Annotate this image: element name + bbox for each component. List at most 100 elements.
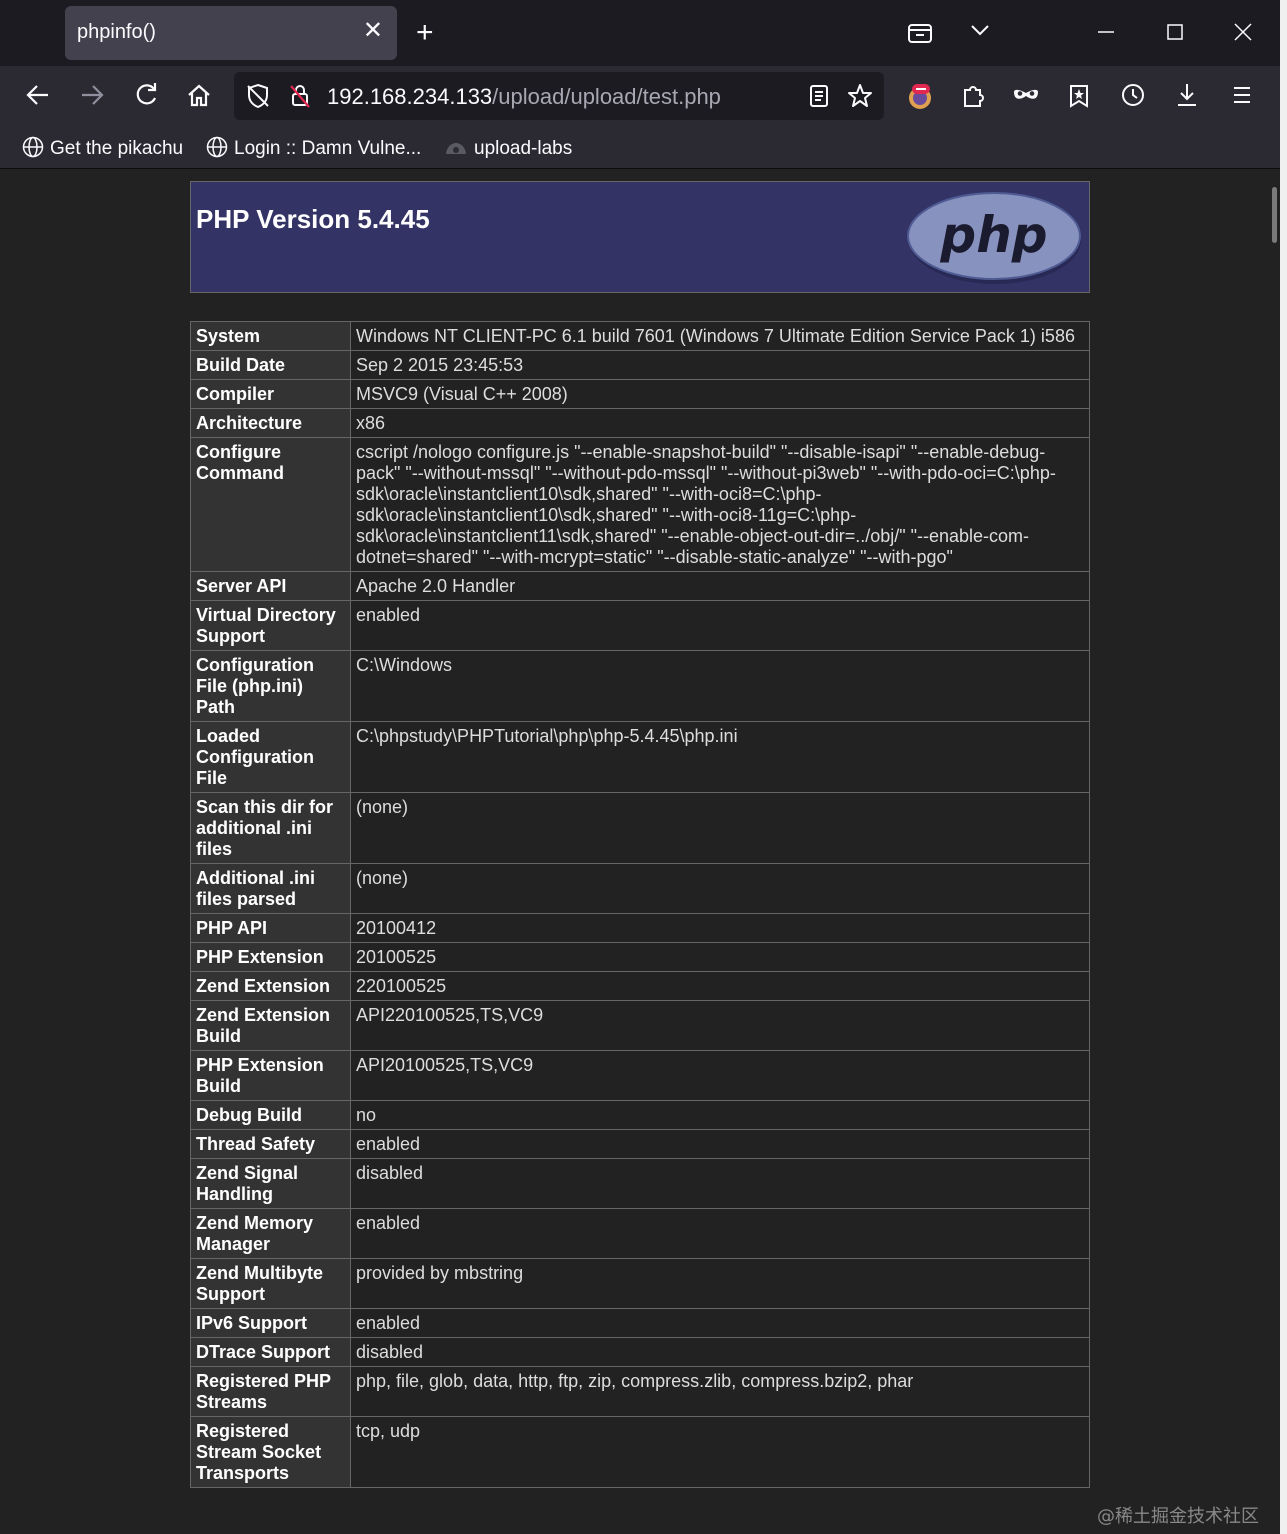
row-value: enabled: [350, 1208, 1090, 1259]
table-row: Scan this dir for additional .ini files(…: [190, 792, 1090, 864]
bookmark-item-upload-labs[interactable]: upload-labs: [444, 136, 572, 160]
php-logo-text: php: [939, 206, 1047, 264]
row-key: System: [190, 321, 351, 351]
table-row: Zend Multibyte Support provided by mbstri…: [190, 1258, 1090, 1309]
row-key: Scan this dir for additional .ini files: [190, 792, 351, 864]
url-bar[interactable]: 192.168.234.133/upload/upload/test.php: [234, 72, 884, 120]
row-key: Zend Extension: [190, 971, 351, 1001]
row-key: Registered Stream Socket Transports: [190, 1416, 351, 1488]
scrollbar-thumb[interactable]: [1272, 187, 1277, 243]
row-key: PHP Extension: [190, 942, 351, 972]
row-key: Thread Safety: [190, 1129, 351, 1159]
globe-icon: [206, 136, 228, 158]
row-value: (none): [350, 792, 1090, 864]
scrollbar[interactable]: [1269, 169, 1280, 1534]
menu-hamburger-icon[interactable]: [1225, 78, 1259, 112]
row-key: Zend Memory Manager: [190, 1208, 351, 1259]
extension-hackbar-icon[interactable]: [903, 78, 937, 112]
table-row: System Windows NT CLIENT-PC 6.1 build 760…: [190, 321, 1090, 351]
nav-toolbar: 192.168.234.133/upload/upload/test.php: [0, 66, 1280, 126]
table-row: Compiler MSVC9 (Visual C++ 2008): [190, 379, 1090, 409]
row-key: IPv6 Support: [190, 1308, 351, 1338]
phpinfo-table: System Windows NT CLIENT-PC 6.1 build 760…: [190, 321, 1090, 1488]
close-window-icon[interactable]: [1233, 22, 1253, 48]
page-content: PHP Version 5.4.45 php System Windows NT …: [0, 169, 1269, 1534]
row-key: Zend Signal Handling: [190, 1158, 351, 1209]
row-key: Additional .ini files parsed: [190, 863, 351, 914]
private-mask-icon[interactable]: [1009, 78, 1043, 112]
table-row: Zend Memory Manager enabled: [190, 1208, 1090, 1259]
bookmark-item-dvwa[interactable]: Login :: Damn Vulne...: [206, 136, 421, 160]
row-value: disabled: [350, 1337, 1090, 1367]
row-key: Server API: [190, 571, 351, 601]
minimize-icon[interactable]: [1096, 22, 1116, 48]
table-row: Configure Command cscript /nologo configu…: [190, 437, 1090, 572]
row-value: cscript /nologo configure.js "--enable-s…: [350, 437, 1090, 572]
row-value: C:\Windows: [350, 650, 1090, 722]
table-row: Virtual Directory Support enabled: [190, 600, 1090, 651]
reload-icon[interactable]: [129, 78, 163, 112]
row-value: enabled: [350, 1308, 1090, 1338]
tab-phpinfo[interactable]: phpinfo() ✕: [65, 6, 397, 60]
table-row: Zend Signal Handling disabled: [190, 1158, 1090, 1209]
back-icon[interactable]: [21, 78, 55, 112]
table-row: Build Date Sep 2 2015 23:45:53: [190, 350, 1090, 380]
row-value: enabled: [350, 600, 1090, 651]
chevron-down-icon[interactable]: [968, 20, 992, 46]
row-key: DTrace Support: [190, 1337, 351, 1367]
row-value: API220100525,TS,VC9: [350, 1000, 1090, 1051]
row-value: MSVC9 (Visual C++ 2008): [350, 379, 1090, 409]
history-clock-icon[interactable]: [1116, 78, 1150, 112]
extensions-puzzle-icon[interactable]: [956, 78, 990, 112]
row-value: Sep 2 2015 23:45:53: [350, 350, 1090, 380]
row-key: Configure Command: [190, 437, 351, 572]
new-tab-icon[interactable]: +: [416, 18, 434, 48]
tracking-protection-icon[interactable]: [244, 82, 272, 110]
table-row: Registered Stream Socket Transports tcp, …: [190, 1416, 1090, 1488]
row-value: C:\phpstudy\PHPTutorial\php\php-5.4.45\p…: [350, 721, 1090, 793]
bookmark-item-pikachu[interactable]: Get the pikachu: [22, 136, 183, 160]
home-icon[interactable]: [182, 78, 216, 112]
table-row: Server API Apache 2.0 Handler: [190, 571, 1090, 601]
bookmark-label: Login :: Damn Vulne...: [234, 138, 422, 159]
reader-view-icon[interactable]: [805, 82, 833, 110]
row-value: php, file, glob, data, http, ftp, zip, c…: [350, 1366, 1090, 1417]
row-value: provided by mbstring: [350, 1258, 1090, 1309]
row-value: no: [350, 1100, 1090, 1130]
row-key: PHP Extension Build: [190, 1050, 351, 1101]
row-key: Zend Multibyte Support: [190, 1258, 351, 1309]
row-key: Debug Build: [190, 1100, 351, 1130]
tab-overview-icon[interactable]: [906, 20, 934, 52]
close-tab-icon[interactable]: ✕: [363, 19, 383, 43]
table-row: Architecture x86: [190, 408, 1090, 438]
bookmark-label: Get the pikachu: [50, 138, 184, 159]
downloads-icon[interactable]: [1170, 78, 1204, 112]
row-value: 20100525: [350, 942, 1090, 972]
table-row: PHP API 20100412: [190, 913, 1090, 943]
table-row: Additional .ini files parsed (none): [190, 863, 1090, 914]
bookmarks-menu-icon[interactable]: [1062, 78, 1096, 112]
table-row: Debug Build no: [190, 1100, 1090, 1130]
table-row: IPv6 Support enabled: [190, 1308, 1090, 1338]
row-key: PHP API: [190, 913, 351, 943]
row-key: Architecture: [190, 408, 351, 438]
row-value: 220100525: [350, 971, 1090, 1001]
forward-icon[interactable]: [75, 78, 109, 112]
url-path: /upload/upload/test.php: [492, 84, 721, 109]
row-value: (none): [350, 863, 1090, 914]
table-row: Thread Safety enabled: [190, 1129, 1090, 1159]
maximize-icon[interactable]: [1165, 22, 1185, 48]
page-title: PHP Version 5.4.45: [196, 204, 430, 234]
table-row: Registered PHP Streams php, file, glob, d…: [190, 1366, 1090, 1417]
phpinfo-table-body: System Windows NT CLIENT-PC 6.1 build 760…: [190, 321, 1090, 1488]
row-value: enabled: [350, 1129, 1090, 1159]
url-text[interactable]: 192.168.234.133/upload/upload/test.php: [327, 84, 721, 110]
row-value: tcp, udp: [350, 1416, 1090, 1488]
table-row: Zend Extension Build API220100525,TS,VC9: [190, 1000, 1090, 1051]
bookmark-star-icon[interactable]: [846, 82, 874, 110]
url-host: 192.168.234.133: [327, 84, 493, 109]
php-version-header: PHP Version 5.4.45 php: [190, 181, 1090, 293]
row-value: disabled: [350, 1158, 1090, 1209]
php-logo: php: [905, 190, 1085, 291]
insecure-lock-icon[interactable]: [286, 82, 314, 110]
